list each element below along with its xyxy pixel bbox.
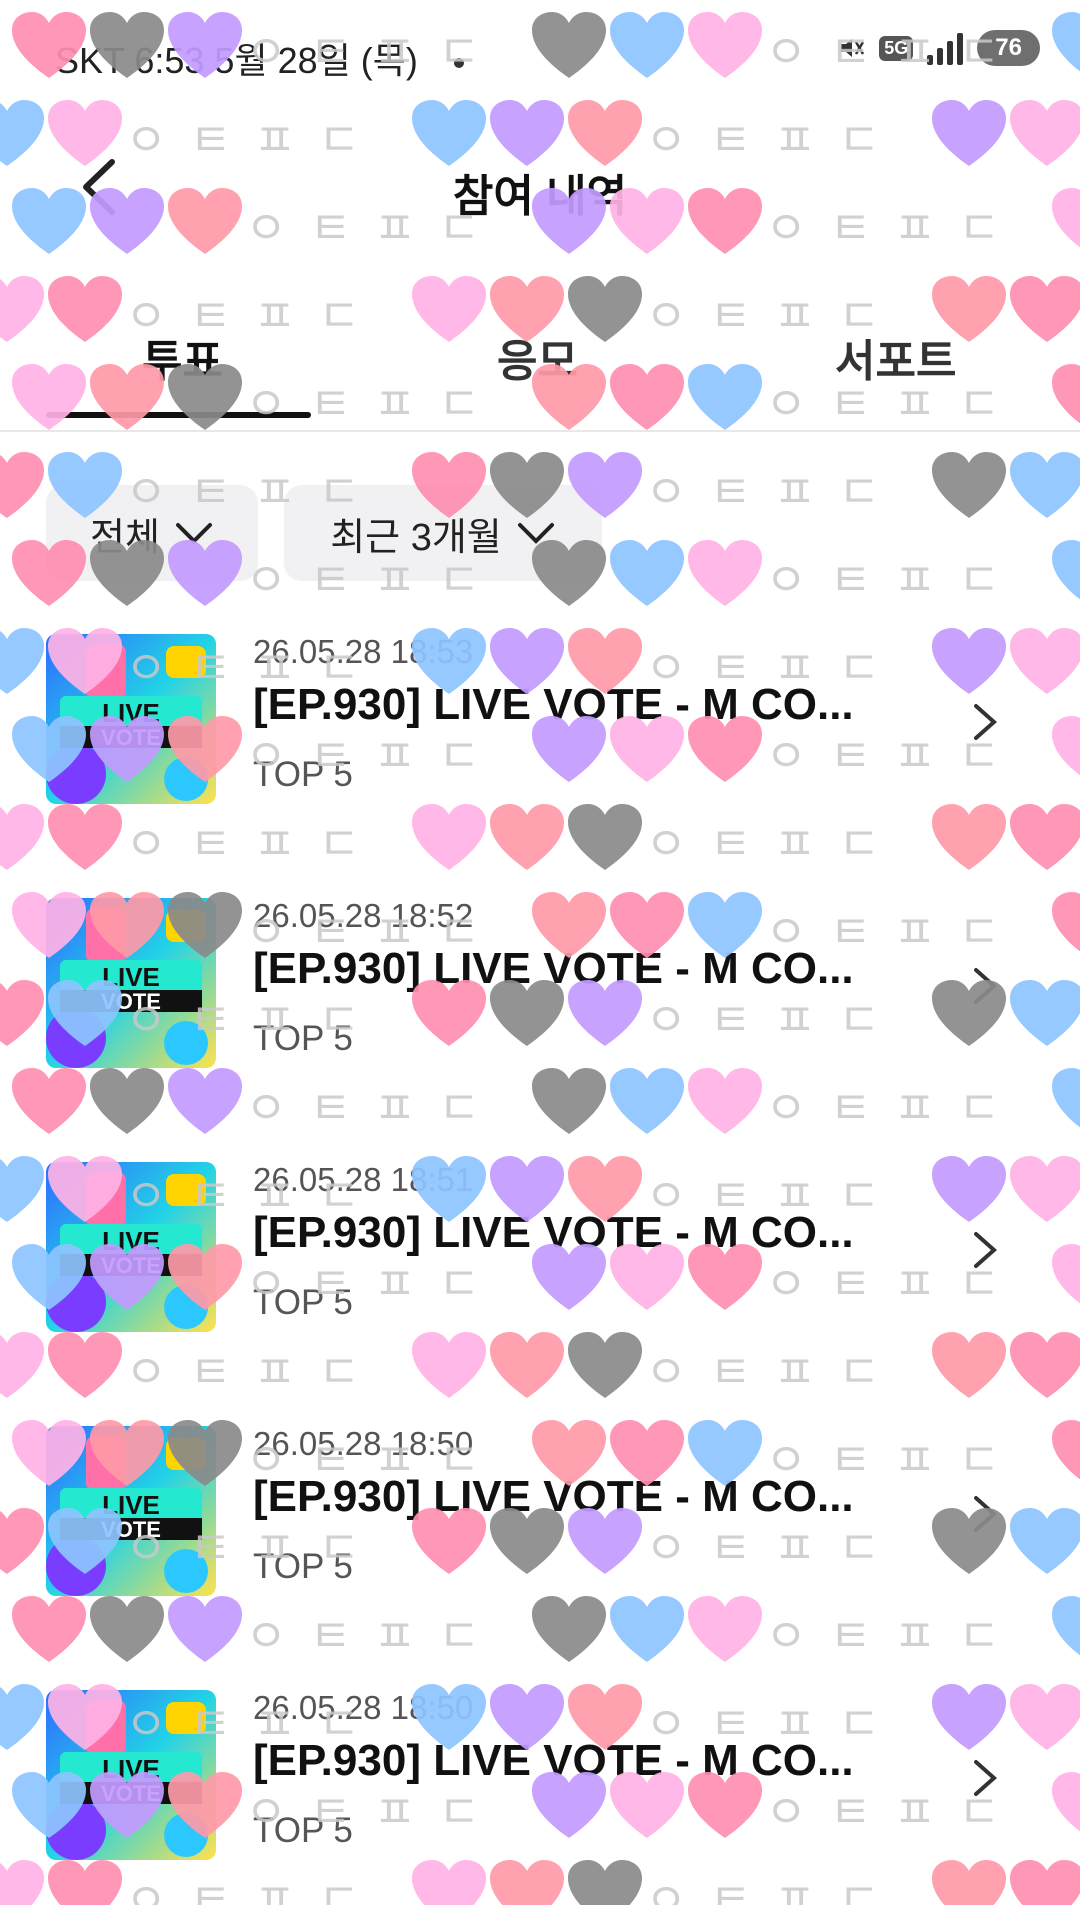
period-filter-dropdown[interactable]: 최근 3개월 bbox=[284, 485, 602, 581]
vote-thumbnail: LIVE VOTE bbox=[46, 898, 216, 1068]
vote-thumbnail: LIVE VOTE bbox=[46, 634, 216, 804]
period-filter-label: 최근 3개월 bbox=[330, 516, 502, 559]
svg-text:LIVE: LIVE bbox=[102, 1490, 160, 1520]
chevron-right-icon bbox=[974, 1496, 998, 1532]
chevron-down-icon bbox=[517, 523, 554, 544]
chevron-right-icon bbox=[974, 704, 998, 740]
heart-icon bbox=[0, 452, 44, 518]
chevron-right-icon bbox=[974, 1760, 998, 1796]
chevron-right-icon bbox=[974, 968, 998, 1004]
network-5g-icon: 5G bbox=[879, 35, 914, 61]
tab-vote[interactable]: 투표 bbox=[142, 325, 223, 389]
item-title: [EP.930] LIVE VOTE - M CO... bbox=[253, 1472, 854, 1521]
svg-text:LIVE: LIVE bbox=[102, 962, 160, 992]
vote-thumbnail: LIVE VOTE bbox=[46, 1426, 216, 1596]
item-date: 26.05.28 18:53 bbox=[253, 633, 474, 670]
item-title: [EP.930] LIVE VOTE - M CO... bbox=[253, 680, 854, 729]
signal-icon bbox=[927, 31, 964, 65]
category-filter-label: 전체 bbox=[90, 516, 160, 559]
item-date: 26.05.28 18:50 bbox=[253, 1425, 474, 1462]
tab-support[interactable]: 서포트 bbox=[835, 325, 956, 389]
page-title: 참여 내역 bbox=[452, 172, 628, 221]
item-date: 26.05.28 18:50 bbox=[253, 1689, 474, 1726]
status-left: SKT 6:53 5월 28일 (목) bbox=[55, 32, 464, 84]
svg-text:VOTE: VOTE bbox=[101, 1253, 161, 1278]
svg-text:VOTE: VOTE bbox=[101, 989, 161, 1014]
watermark-text: ㅇㅌㅍㄷ bbox=[765, 553, 1023, 607]
watermark-text: ㅇㅌㅍㄷ bbox=[645, 465, 903, 519]
item-subtitle: TOP 5 bbox=[253, 755, 353, 794]
svg-text:LIVE: LIVE bbox=[102, 1226, 160, 1256]
item-title: [EP.930] LIVE VOTE - M CO... bbox=[253, 1736, 854, 1785]
vote-thumbnail: LIVE VOTE bbox=[46, 1162, 216, 1332]
svg-text:LIVE: LIVE bbox=[102, 698, 160, 728]
vote-thumbnail: LIVE VOTE bbox=[46, 1690, 216, 1860]
item-subtitle: TOP 5 bbox=[253, 1547, 353, 1586]
tab-entry[interactable]: 응모 bbox=[497, 325, 578, 389]
category-filter-dropdown[interactable]: 전체 bbox=[46, 485, 258, 581]
heart-icon bbox=[688, 540, 762, 606]
carrier-time: SKT 6:53 5월 28일 (목) bbox=[55, 40, 418, 81]
list-item[interactable]: LIVE VOTE 26.05.28 18:50 [EP.930] LIVE VO… bbox=[0, 1666, 1080, 1929]
item-date: 26.05.28 18:52 bbox=[253, 897, 474, 934]
heart-icon bbox=[1052, 540, 1080, 600]
active-tab-indicator bbox=[46, 412, 311, 418]
item-subtitle: TOP 5 bbox=[253, 1811, 353, 1850]
svg-text:VOTE: VOTE bbox=[101, 725, 161, 750]
app-header: 참여 내역 bbox=[0, 130, 1080, 250]
list-item[interactable]: LIVE VOTE 26.05.28 18:51 [EP.930] LIVE VO… bbox=[0, 1138, 1080, 1401]
list-item[interactable]: LIVE VOTE 26.05.28 18:50 [EP.930] LIVE VO… bbox=[0, 1402, 1080, 1665]
mute-icon bbox=[835, 33, 865, 63]
notification-dot-icon bbox=[453, 58, 464, 69]
status-bar: SKT 6:53 5월 28일 (목) 5G 76 bbox=[0, 0, 1080, 110]
list-item[interactable]: LIVE VOTE 26.05.28 18:52 [EP.930] LIVE VO… bbox=[0, 874, 1080, 1137]
heart-icon bbox=[610, 540, 684, 606]
tab-bar: 투표 응모 서포트 bbox=[0, 300, 1080, 432]
item-title: [EP.930] LIVE VOTE - M CO... bbox=[253, 1208, 854, 1257]
chevron-right-icon bbox=[974, 1232, 998, 1268]
battery-icon: 76 bbox=[977, 30, 1040, 66]
item-title: [EP.930] LIVE VOTE - M CO... bbox=[253, 944, 854, 993]
heart-icon bbox=[1010, 452, 1080, 518]
chevron-down-icon bbox=[175, 523, 212, 544]
item-subtitle: TOP 5 bbox=[253, 1283, 353, 1322]
svg-text:LIVE: LIVE bbox=[102, 1754, 160, 1784]
svg-text:VOTE: VOTE bbox=[101, 1781, 161, 1806]
item-subtitle: TOP 5 bbox=[253, 1019, 353, 1058]
status-right: 5G 76 bbox=[835, 30, 1040, 66]
item-date: 26.05.28 18:51 bbox=[253, 1161, 474, 1198]
filter-bar: 전체 최근 3개월 bbox=[46, 485, 602, 581]
svg-text:VOTE: VOTE bbox=[101, 1517, 161, 1542]
heart-icon bbox=[932, 452, 1006, 518]
list-item[interactable]: LIVE VOTE 26.05.28 18:53 [EP.930] LIVE VO… bbox=[0, 610, 1080, 873]
